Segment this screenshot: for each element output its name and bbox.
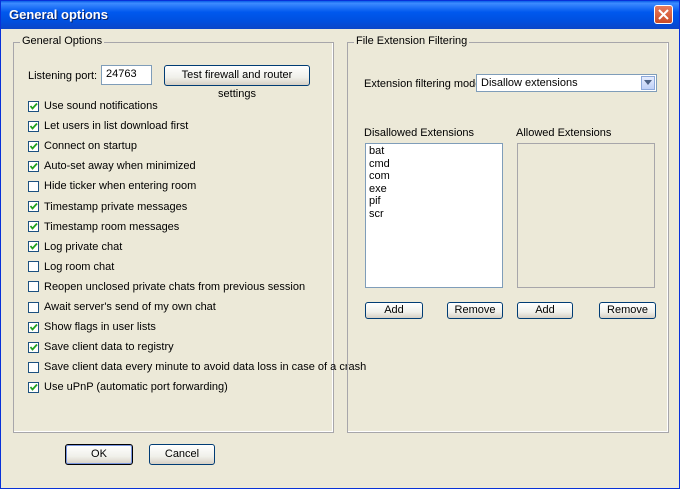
- option-label: Log private chat: [44, 240, 123, 253]
- checkmark-icon: [29, 142, 38, 150]
- option-label: Reopen unclosed private chats from previ…: [44, 280, 306, 293]
- option-checkbox[interactable]: [28, 180, 39, 192]
- option-checkbox[interactable]: [28, 140, 39, 152]
- option-checkbox[interactable]: [28, 221, 39, 233]
- option-checkbox[interactable]: [28, 321, 39, 333]
- general-options-legend: General Options: [20, 35, 105, 47]
- option-checkbox-row[interactable]: Await server's send of my own chat: [28, 300, 216, 314]
- option-checkbox[interactable]: [28, 160, 39, 172]
- ok-button[interactable]: OK: [65, 444, 133, 465]
- option-checkbox-row[interactable]: Log room chat: [28, 260, 114, 274]
- list-item[interactable]: exe: [369, 183, 499, 196]
- option-checkbox[interactable]: [28, 120, 39, 132]
- option-checkbox-row[interactable]: Save client data to registry: [28, 340, 174, 354]
- checkmark-icon: [29, 102, 38, 110]
- disallowed-extensions-list[interactable]: bat cmd com exe pif scr: [365, 143, 503, 288]
- test-firewall-button[interactable]: Test firewall and router settings: [164, 65, 310, 100]
- option-checkbox-row[interactable]: Connect on startup: [28, 139, 137, 153]
- list-item[interactable]: com: [369, 170, 499, 183]
- option-checkbox-row[interactable]: Hide ticker when entering room: [28, 179, 196, 193]
- option-label: Save client data to registry: [44, 341, 174, 354]
- checkmark-icon: [29, 383, 38, 391]
- filtering-mode-value: Disallow extensions: [481, 77, 578, 89]
- option-checkbox-row[interactable]: Use sound notifications: [28, 99, 158, 113]
- add-allowed-button[interactable]: Add: [517, 302, 573, 319]
- option-checkbox[interactable]: [28, 361, 39, 373]
- filtering-mode-select[interactable]: Disallow extensions: [476, 74, 657, 92]
- option-label: Auto-set away when minimized: [44, 160, 196, 173]
- list-item[interactable]: pif: [369, 195, 499, 208]
- option-checkbox[interactable]: [28, 281, 39, 293]
- option-label: Connect on startup: [44, 140, 137, 153]
- option-label: Hide ticker when entering room: [44, 180, 197, 193]
- option-checkbox-row[interactable]: Timestamp room messages: [28, 220, 179, 234]
- add-disallowed-button[interactable]: Add: [365, 302, 423, 319]
- option-checkbox[interactable]: [28, 201, 39, 212]
- option-checkbox[interactable]: [28, 261, 39, 273]
- option-checkbox-row[interactable]: Timestamp private messages: [28, 200, 187, 214]
- checkmark-icon: [29, 162, 38, 170]
- file-extension-filtering-legend: File Extension Filtering: [354, 35, 470, 47]
- filtering-mode-label: Extension filtering mode:: [364, 78, 485, 90]
- list-item[interactable]: cmd: [369, 158, 499, 171]
- option-checkbox-row[interactable]: Use uPnP (automatic port forwarding): [28, 380, 228, 394]
- checkmark-icon: [29, 343, 38, 351]
- close-icon: [658, 9, 669, 20]
- title-bar[interactable]: General options: [1, 1, 679, 29]
- remove-allowed-button[interactable]: Remove: [599, 302, 656, 319]
- option-label: Timestamp private messages: [44, 200, 188, 213]
- option-checkbox-row[interactable]: Show flags in user lists: [28, 320, 156, 334]
- remove-disallowed-button[interactable]: Remove: [447, 302, 503, 319]
- listening-port-input[interactable]: 24763: [101, 65, 152, 85]
- cancel-button[interactable]: Cancel: [149, 444, 215, 465]
- option-checkbox[interactable]: [28, 301, 39, 313]
- checkmark-icon: [29, 122, 38, 130]
- option-label: Timestamp room messages: [44, 220, 180, 233]
- window-title: General options: [9, 7, 108, 22]
- option-checkbox-row[interactable]: Save client data every minute to avoid d…: [28, 360, 366, 374]
- checkmark-icon: [29, 202, 38, 210]
- chevron-down-icon: [644, 80, 652, 85]
- checkmark-icon: [29, 243, 38, 251]
- allowed-extensions-label: Allowed Extensions: [516, 127, 612, 139]
- dropdown-arrow-button[interactable]: [641, 76, 655, 90]
- option-checkbox[interactable]: [28, 100, 39, 112]
- listening-port-label: Listening port:: [28, 70, 98, 82]
- option-label: Let users in list download first: [44, 120, 189, 133]
- option-checkbox[interactable]: [28, 241, 39, 253]
- checkmark-icon: [29, 222, 38, 230]
- allowed-extensions-list[interactable]: [517, 143, 655, 288]
- disallowed-extensions-label: Disallowed Extensions: [364, 127, 475, 139]
- option-label: Log room chat: [44, 260, 115, 273]
- option-checkbox-row[interactable]: Auto-set away when minimized: [28, 159, 196, 173]
- list-item[interactable]: bat: [369, 145, 499, 158]
- option-label: Use uPnP (automatic port forwarding): [44, 381, 228, 394]
- option-checkbox-row[interactable]: Let users in list download first: [28, 119, 188, 133]
- option-label: Save client data every minute to avoid d…: [44, 361, 367, 374]
- close-button[interactable]: [654, 5, 673, 24]
- option-checkbox[interactable]: [28, 341, 39, 353]
- option-checkbox-row[interactable]: Log private chat: [28, 240, 122, 254]
- checkmark-icon: [29, 323, 38, 331]
- option-checkbox-row[interactable]: Reopen unclosed private chats from previ…: [28, 280, 305, 294]
- option-label: Use sound notifications: [44, 100, 158, 112]
- general-options-dialog: General options General Options Listenin…: [0, 0, 680, 489]
- list-item[interactable]: scr: [369, 208, 499, 221]
- option-label: Show flags in user lists: [44, 321, 156, 334]
- option-label: Await server's send of my own chat: [44, 301, 216, 313]
- option-checkbox[interactable]: [28, 381, 39, 393]
